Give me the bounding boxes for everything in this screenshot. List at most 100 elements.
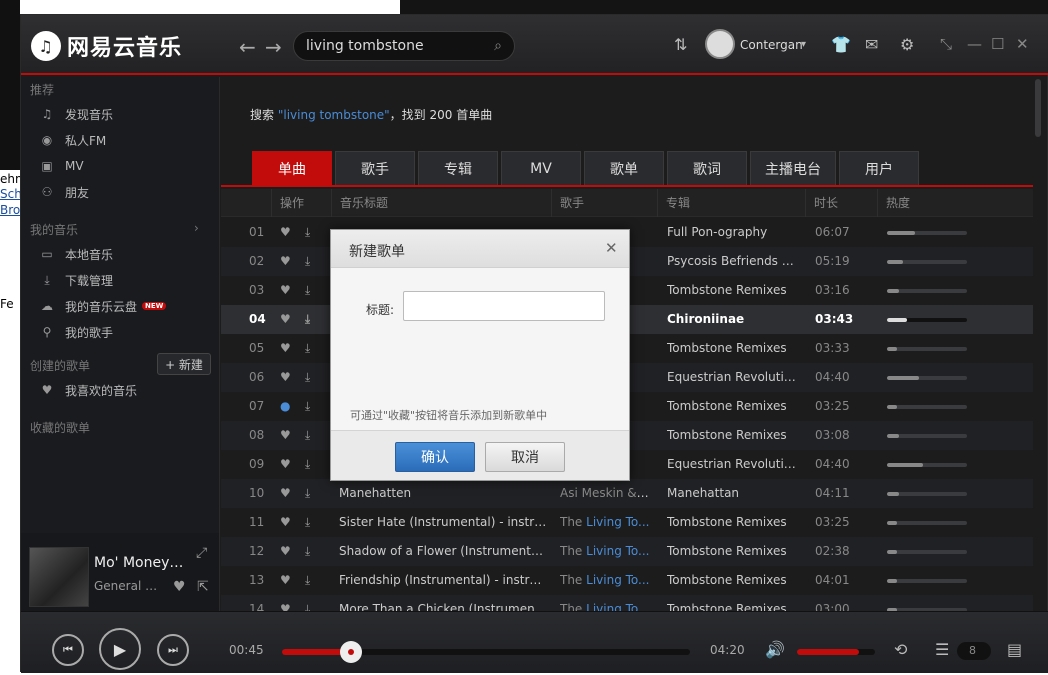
lyrics-icon[interactable]: ▤ bbox=[1007, 640, 1022, 659]
song-album[interactable]: Equestrian Revolution... bbox=[667, 450, 801, 479]
song-album[interactable]: Tombstone Remixes bbox=[667, 508, 801, 537]
column-heat[interactable]: 热度 bbox=[877, 189, 1033, 217]
sidebar-item-fm[interactable]: ◉ 私人FM bbox=[39, 129, 107, 151]
mini-mode-icon[interactable]: ⤡ bbox=[940, 35, 952, 53]
tab-lyrics[interactable]: 歌词 bbox=[667, 151, 747, 185]
close-icon[interactable]: ✕ bbox=[1016, 35, 1029, 53]
heart-icon[interactable]: ♥ bbox=[280, 450, 291, 479]
download-icon[interactable]: ⤓ bbox=[305, 218, 310, 247]
song-album[interactable]: Tombstone Remixes bbox=[667, 566, 801, 595]
song-album[interactable]: Tombstone Remixes bbox=[667, 276, 801, 305]
download-icon[interactable]: ⤓ bbox=[305, 276, 310, 305]
confirm-button[interactable]: 确认 bbox=[395, 442, 475, 472]
avatar[interactable] bbox=[705, 29, 735, 59]
song-album[interactable]: Tombstone Remixes bbox=[667, 334, 801, 363]
download-icon[interactable]: ⤓ bbox=[305, 334, 310, 363]
column-artist[interactable]: 歌手 bbox=[551, 189, 657, 217]
download-icon[interactable]: ⤓ bbox=[305, 479, 310, 508]
song-title[interactable]: Shadow of a Flower (Instrumental) ... bbox=[339, 537, 547, 566]
tab-radio[interactable]: 主播电台 bbox=[750, 151, 836, 185]
sidebar-item-friends[interactable]: ⚇ 朋友 bbox=[39, 181, 89, 203]
sidebar-item-discover[interactable]: ♫ 发现音乐 bbox=[39, 103, 113, 125]
tab-albums[interactable]: 专辑 bbox=[418, 151, 498, 185]
song-artist[interactable]: Asi Meskin & ... bbox=[560, 479, 650, 508]
heart-icon[interactable]: ♥ bbox=[280, 218, 291, 247]
chevron-right-icon[interactable]: › bbox=[194, 221, 199, 235]
share-icon[interactable]: ⇱ bbox=[197, 579, 209, 595]
search-input[interactable] bbox=[306, 38, 476, 54]
song-album[interactable]: Tombstone Remixes bbox=[667, 537, 801, 566]
tab-users[interactable]: 用户 bbox=[839, 151, 919, 185]
close-icon[interactable]: ✕ bbox=[605, 239, 618, 257]
queue-count[interactable]: 8 bbox=[957, 642, 991, 660]
heart-icon[interactable]: ♥ bbox=[280, 276, 291, 305]
gear-icon[interactable]: ⚙ bbox=[900, 35, 914, 54]
song-title[interactable]: Manehatten bbox=[339, 479, 547, 508]
song-album[interactable]: Equestrian Revolution... bbox=[667, 363, 801, 392]
heart-icon[interactable]: ♥ bbox=[280, 421, 291, 450]
song-album[interactable]: Tombstone Remixes bbox=[667, 392, 801, 421]
playlist-title-field[interactable] bbox=[403, 291, 605, 321]
back-arrow-icon[interactable]: ← bbox=[239, 35, 256, 59]
scrollbar[interactable] bbox=[1035, 77, 1043, 611]
song-artist[interactable]: The Living To... bbox=[560, 566, 650, 595]
maximize-icon[interactable]: ☐ bbox=[991, 35, 1004, 53]
minimize-icon[interactable]: — bbox=[967, 35, 982, 53]
heart-icon[interactable]: ♥ bbox=[280, 595, 291, 611]
download-icon[interactable]: ⤓ bbox=[305, 421, 310, 450]
playlist-icon[interactable]: ☰ bbox=[935, 640, 949, 659]
song-album[interactable]: Tombstone Remixes bbox=[667, 421, 801, 450]
search-icon[interactable]: ⌕ bbox=[494, 38, 502, 54]
username[interactable]: Contergan bbox=[740, 38, 803, 52]
artist-link[interactable]: Living To... bbox=[586, 515, 649, 529]
tab-playlists[interactable]: 歌单 bbox=[584, 151, 664, 185]
progress-knob[interactable] bbox=[340, 641, 363, 663]
download-icon[interactable]: ⤓ bbox=[305, 595, 310, 611]
download-icon[interactable]: ⤓ bbox=[305, 537, 310, 566]
forward-arrow-icon[interactable]: → bbox=[265, 35, 282, 59]
album-cover[interactable] bbox=[29, 547, 89, 607]
repeat-icon[interactable]: ⟲ bbox=[894, 640, 907, 659]
new-playlist-button[interactable]: + 新建 bbox=[157, 353, 211, 375]
next-button[interactable]: ⏭ bbox=[157, 634, 189, 666]
expand-icon[interactable]: ⤢ bbox=[196, 545, 207, 561]
column-album[interactable]: 专辑 bbox=[657, 189, 805, 217]
table-row[interactable]: 14 ♥ ⤓ More Than a Chicken (Instrumental...… bbox=[221, 595, 1033, 611]
heart-icon[interactable]: ♥ bbox=[280, 334, 291, 363]
song-title[interactable]: More Than a Chicken (Instrumental... bbox=[339, 595, 547, 611]
cancel-button[interactable]: 取消 bbox=[485, 442, 565, 472]
heart-icon[interactable]: ♥ bbox=[173, 579, 186, 595]
song-title[interactable]: Friendship (Instrumental) - instrum... bbox=[339, 566, 547, 595]
sidebar-item-singers[interactable]: ⚲ 我的歌手 bbox=[39, 321, 113, 343]
song-title[interactable]: Sister Hate (Instrumental) - instru... bbox=[339, 508, 547, 537]
tab-artists[interactable]: 歌手 bbox=[335, 151, 415, 185]
heart-icon[interactable]: ♥ bbox=[280, 537, 291, 566]
sidebar-item-cloud[interactable]: ☁ 我的音乐云盘 NEW bbox=[39, 295, 167, 317]
chevron-down-icon[interactable]: ▾ bbox=[801, 39, 806, 50]
download-icon[interactable]: ⤓ bbox=[305, 508, 310, 537]
download-icon[interactable]: ⤓ bbox=[305, 363, 310, 392]
heart-icon[interactable]: ♥ bbox=[280, 247, 291, 276]
heart-icon[interactable]: ♥ bbox=[280, 508, 291, 537]
now-playing-title[interactable]: Mo' Money f... bbox=[94, 555, 186, 571]
song-artist[interactable]: The Living To... bbox=[560, 595, 650, 611]
song-artist[interactable]: The Living To... bbox=[560, 508, 650, 537]
section-my-music[interactable]: 我的音乐 bbox=[30, 221, 78, 238]
heart-icon[interactable]: ● bbox=[280, 392, 290, 421]
song-album[interactable]: Chironiinae bbox=[667, 305, 801, 334]
tab-mv[interactable]: MV bbox=[501, 151, 581, 185]
app-logo[interactable]: ♫ 网易云音乐 bbox=[31, 30, 182, 62]
tab-songs[interactable]: 单曲 bbox=[252, 151, 332, 185]
column-title[interactable]: 音乐标题 bbox=[331, 189, 551, 217]
heart-icon[interactable]: ♥ bbox=[280, 479, 291, 508]
table-row[interactable]: 13 ♥ ⤓ Friendship (Instrumental) - instrum.… bbox=[221, 566, 1033, 595]
heart-icon[interactable]: ♥ bbox=[280, 566, 291, 595]
now-playing-artist[interactable]: General M... bbox=[94, 579, 164, 593]
download-icon[interactable]: ⤓ bbox=[305, 392, 310, 421]
sidebar-item-mv[interactable]: ▣ MV bbox=[39, 155, 83, 177]
table-row[interactable]: 10 ♥ ⤓ Manehatten Asi Meskin & ... Manehattan… bbox=[221, 479, 1033, 508]
play-button[interactable]: ▶ bbox=[99, 628, 141, 670]
previous-button[interactable]: ⏮ bbox=[52, 634, 84, 666]
song-album[interactable]: Manehattan bbox=[667, 479, 801, 508]
song-album[interactable]: Tombstone Remixes bbox=[667, 595, 801, 611]
